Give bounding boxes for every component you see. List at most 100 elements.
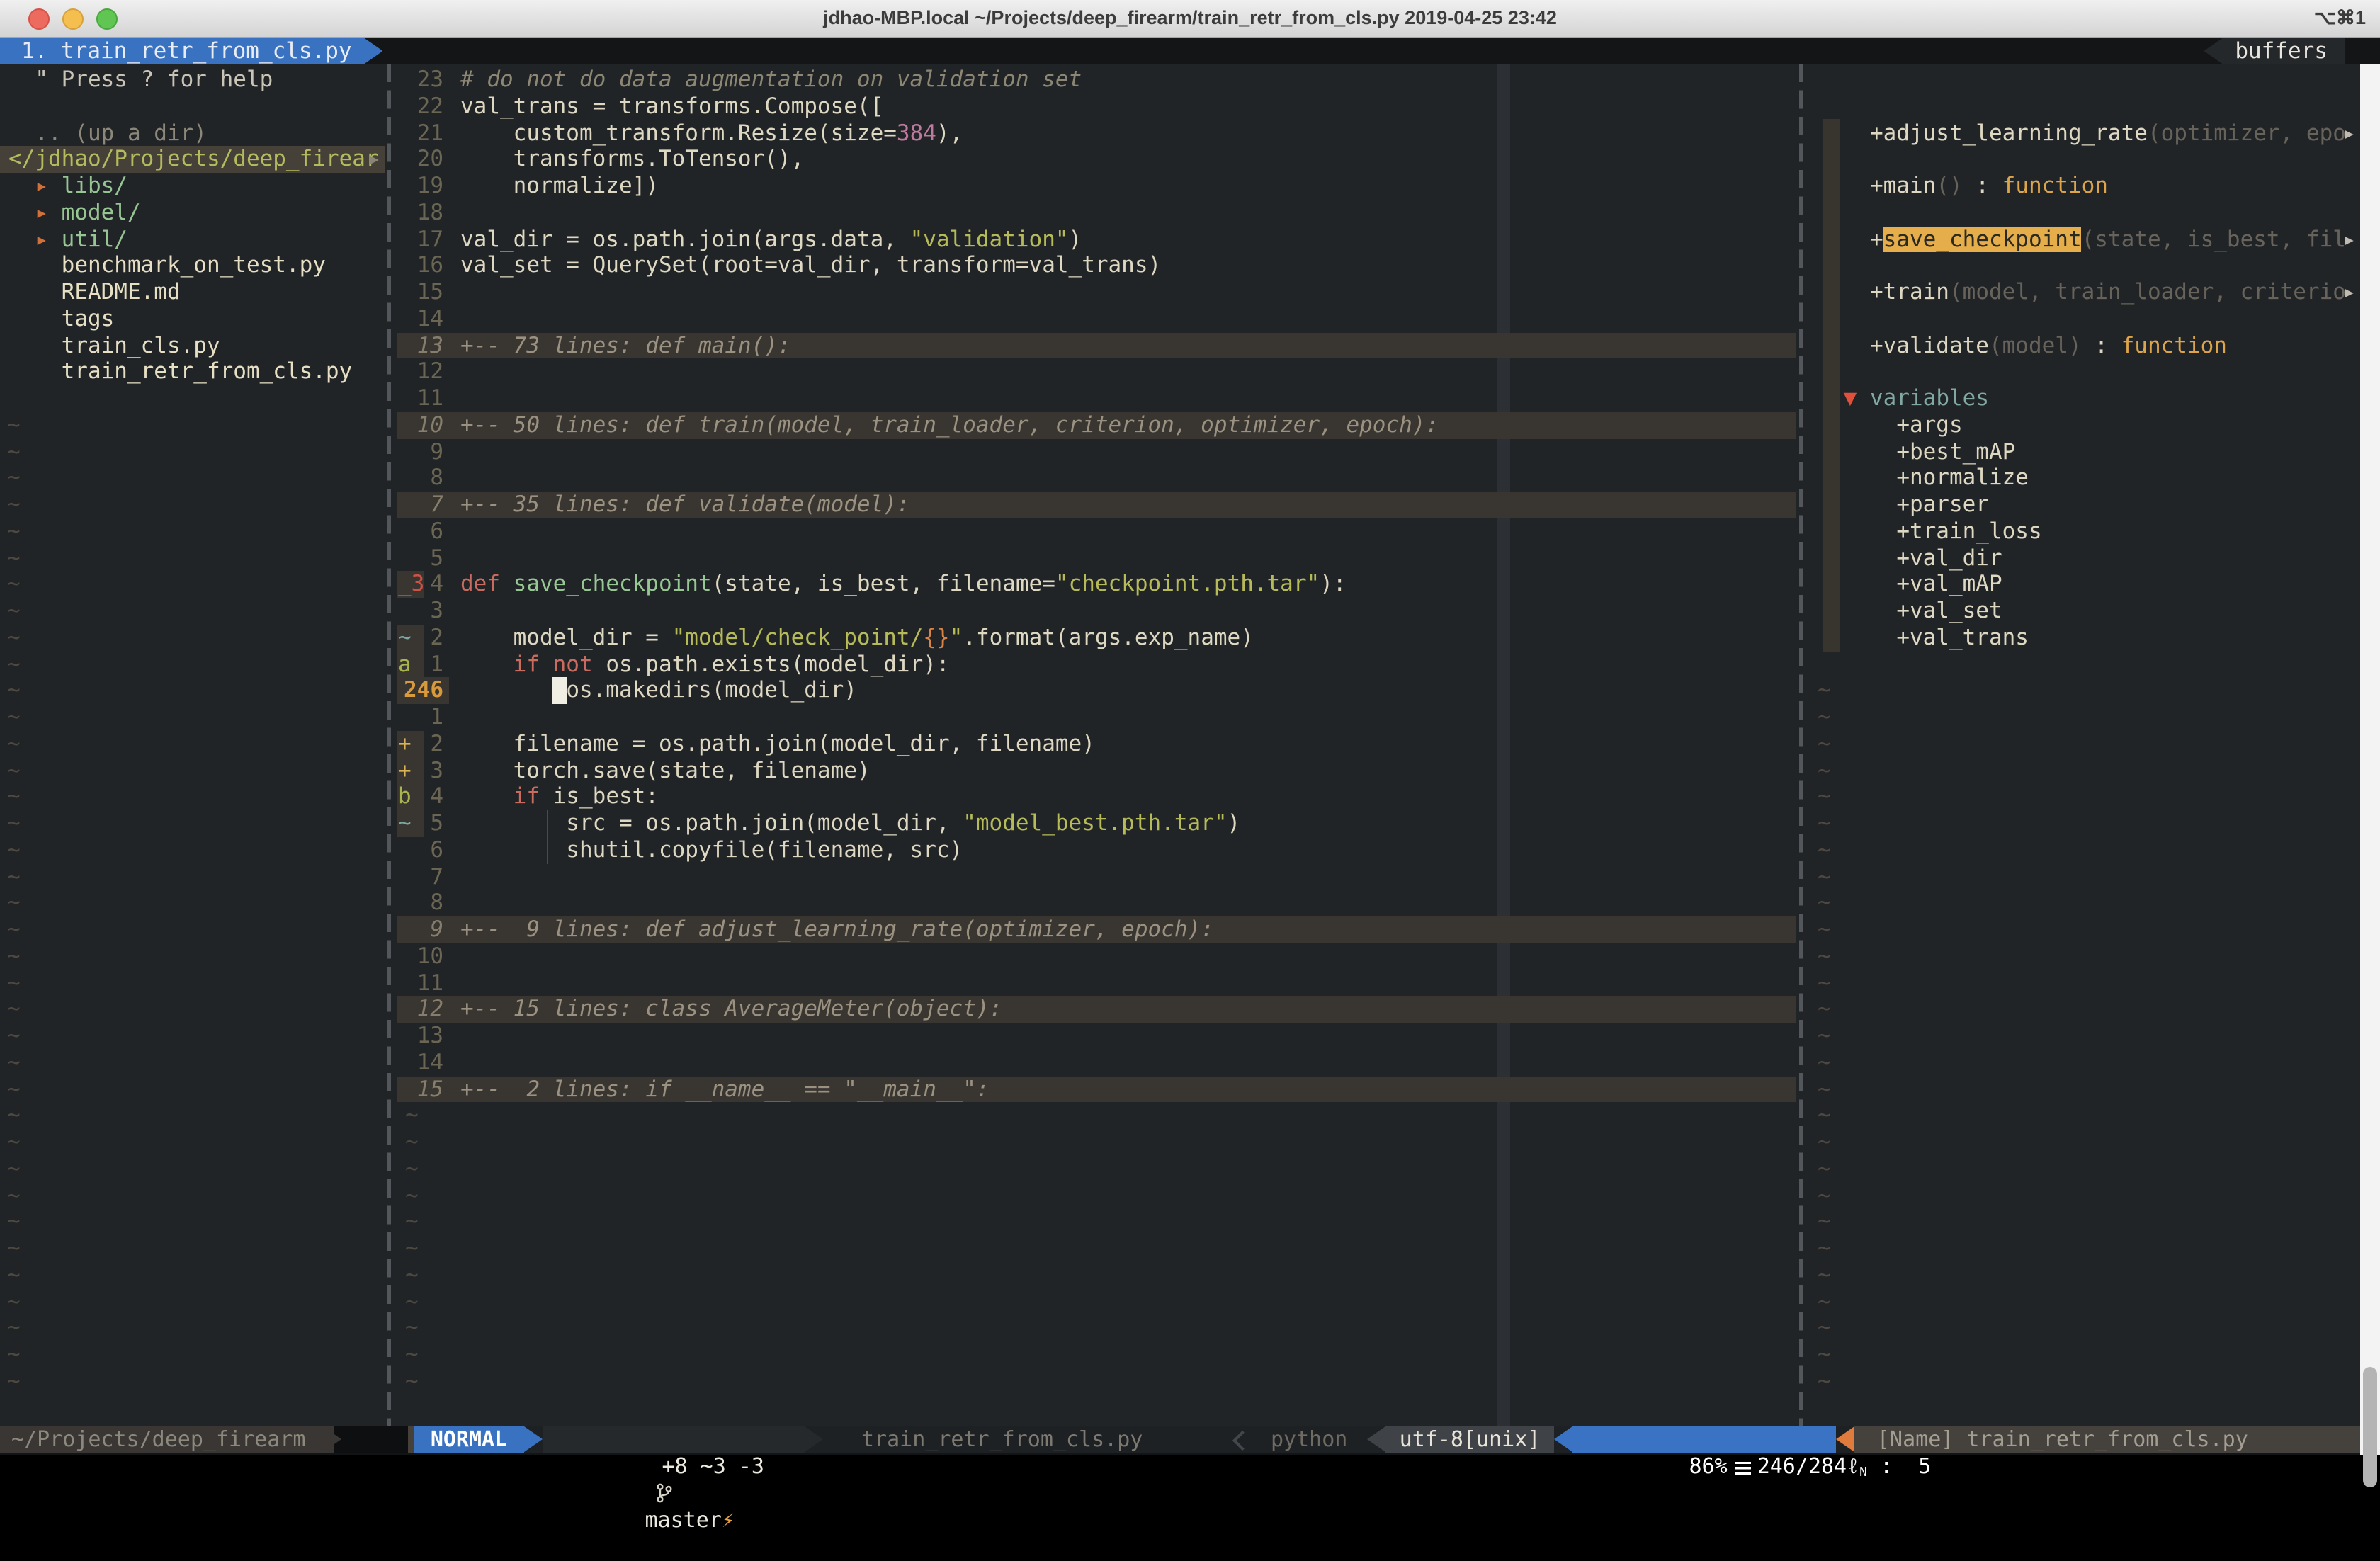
tree-item[interactable]: tags xyxy=(0,306,385,333)
code-line[interactable]: 21 custom_transform.Resize(size=384), xyxy=(397,120,1796,147)
menubar: jdhao-MBP.local ~/Projects/deep_firearm/… xyxy=(0,0,2380,38)
tag-item[interactable]: +args xyxy=(1810,412,2360,439)
tree-item[interactable]: train_retr_from_cls.py xyxy=(0,359,385,386)
code-line[interactable]: 8 xyxy=(397,465,1796,492)
code-line[interactable]: 246 os.makedirs(model_dir) xyxy=(397,678,1796,705)
tree-item[interactable]: .. (up a dir) xyxy=(0,120,385,147)
fold-line[interactable]: 10+-- 50 lines: def train(model, train_l… xyxy=(397,412,1796,439)
code-line[interactable]: a1 if not os.path.exists(model_dir): xyxy=(397,651,1796,678)
tag-item xyxy=(1810,253,2360,280)
empty-line: ~ xyxy=(0,1103,385,1130)
code-line[interactable]: 9 xyxy=(397,438,1796,465)
code-line[interactable]: 6 shutil.copyfile(filename, src) xyxy=(397,837,1796,864)
tag-item[interactable]: +best_mAP xyxy=(1810,438,2360,465)
code-line[interactable]: 8 xyxy=(397,890,1796,917)
tilde: ~ xyxy=(1818,784,1831,811)
line-number: 246 xyxy=(397,678,443,705)
tag-item[interactable]: +val_mAP xyxy=(1810,572,2360,598)
empty-line: ~ xyxy=(0,1235,385,1262)
line-number: 14 xyxy=(397,306,443,333)
window-separator-right[interactable] xyxy=(1799,64,1803,1426)
code-line[interactable]: 15 xyxy=(397,279,1796,306)
tilde: ~ xyxy=(7,863,21,890)
tag-item[interactable]: ▼ variables xyxy=(1810,385,2360,412)
tag-item[interactable]: +val_dir xyxy=(1810,545,2360,572)
tilde: ~ xyxy=(7,1050,21,1077)
code-line[interactable]: 5 xyxy=(397,545,1796,572)
tag-item[interactable]: +validate(model) : function xyxy=(1810,332,2360,359)
tree-item[interactable]: train_cls.py xyxy=(0,332,385,359)
tree-item[interactable]: </jdhao/Projects/deep_firear▸ xyxy=(0,147,385,174)
empty-line: ~ xyxy=(0,943,385,970)
window-separator-left[interactable] xyxy=(387,64,390,1426)
empty-line: ~ xyxy=(0,1129,385,1156)
truncation-icon: ▸ xyxy=(368,147,381,174)
code-line[interactable]: 17val_dir = os.path.join(args.data, "val… xyxy=(397,226,1796,253)
fold-line[interactable]: 9+-- 9 lines: def adjust_learning_rate(o… xyxy=(397,916,1796,943)
tilde: ~ xyxy=(7,572,21,598)
tag-item[interactable]: +save_checkpoint(state, is_best, fil▸ xyxy=(1810,226,2360,253)
code-line[interactable]: 18 xyxy=(397,200,1796,227)
code-line[interactable]: 22val_trans = transforms.Compose([ xyxy=(397,93,1796,120)
code-line[interactable]: 13 xyxy=(397,1023,1796,1050)
code-line[interactable]: ~2 model_dir = "model/check_point/{}".fo… xyxy=(397,625,1796,652)
tag-item[interactable]: +train(model, train_loader, criterio▸ xyxy=(1810,279,2360,306)
tag-item[interactable]: +main() : function xyxy=(1810,173,2360,200)
scrollbar-thumb[interactable] xyxy=(2363,1367,2377,1487)
tab-train-retr-from-cls[interactable]: 1. train_retr_from_cls.py xyxy=(0,38,383,64)
empty-line: ~ xyxy=(1810,810,2360,837)
tag-item[interactable]: +adjust_learning_rate(optimizer, epo▸ xyxy=(1810,120,2360,147)
tilde: ~ xyxy=(7,518,21,545)
tag-item[interactable]: +val_set xyxy=(1810,598,2360,625)
tag-item[interactable]: +val_trans xyxy=(1810,625,2360,652)
tilde: ~ xyxy=(405,1262,419,1289)
code-line[interactable]: 11 xyxy=(397,385,1796,412)
tree-item[interactable]: ▸ model/ xyxy=(0,200,385,227)
truncation-icon: ▸ xyxy=(2342,226,2356,253)
tree-item[interactable]: " Press ? for help xyxy=(0,67,385,93)
powerline-thin-chevron xyxy=(1232,1430,1252,1450)
fold-line[interactable]: 15+-- 2 lines: if __name__ == "__main__"… xyxy=(397,1076,1796,1103)
code-line[interactable]: +2 filename = os.path.join(model_dir, fi… xyxy=(397,731,1796,758)
git-changes: +8 ~3 -3 xyxy=(662,1453,765,1479)
code-line[interactable]: 3 xyxy=(397,598,1796,625)
line-number: 3 xyxy=(397,598,443,625)
tilde: ~ xyxy=(1818,1209,1831,1236)
tree-item[interactable]: ▸ libs/ xyxy=(0,173,385,200)
code-line[interactable]: 23# do not do data augmentation on valid… xyxy=(397,67,1796,93)
empty-line: ~ xyxy=(1810,997,2360,1023)
line-glyph: ℓN xyxy=(1847,1453,1867,1479)
code-line[interactable]: b4 if is_best: xyxy=(397,784,1796,811)
tag-item xyxy=(1810,306,2360,333)
scrollbar[interactable] xyxy=(2360,64,2380,1455)
tag-item[interactable]: +parser xyxy=(1810,492,2360,518)
tag-item[interactable]: +normalize xyxy=(1810,465,2360,492)
tree-item[interactable]: ▸ util/ xyxy=(0,226,385,253)
fold-line[interactable]: 12+-- 15 lines: class AverageMeter(objec… xyxy=(397,997,1796,1023)
empty-line: ~ xyxy=(0,837,385,864)
code-line[interactable]: 16val_set = QuerySet(root=val_dir, trans… xyxy=(397,253,1796,280)
empty-line: ~ xyxy=(1810,1288,2360,1315)
fold-line[interactable]: 7+-- 35 lines: def validate(model): xyxy=(397,492,1796,518)
code-line[interactable]: 14 xyxy=(397,306,1796,333)
tree-item[interactable]: benchmark_on_test.py xyxy=(0,253,385,280)
fold-line[interactable]: 13+-- 73 lines: def main(): xyxy=(397,332,1796,359)
code-line[interactable]: 10 xyxy=(397,943,1796,970)
code-line[interactable]: 1 xyxy=(397,704,1796,731)
tilde: ~ xyxy=(7,412,21,439)
tilde: ~ xyxy=(7,890,21,917)
code-line[interactable]: +3 torch.save(state, filename) xyxy=(397,757,1796,784)
tag-item[interactable]: +train_loss xyxy=(1810,518,2360,545)
empty-line: ~ xyxy=(397,1129,1796,1156)
code-line[interactable]: ~5 src = os.path.join(model_dir, "model_… xyxy=(397,810,1796,837)
code-line[interactable]: 12 xyxy=(397,359,1796,386)
code-line[interactable]: 20 transforms.ToTensor(), xyxy=(397,147,1796,174)
buffers-label[interactable]: buffers xyxy=(2204,38,2345,64)
code-line[interactable]: 14 xyxy=(397,1050,1796,1077)
code-line[interactable]: 7 xyxy=(397,863,1796,890)
tree-item[interactable]: README.md xyxy=(0,279,385,306)
code-line[interactable]: 19 normalize]) xyxy=(397,173,1796,200)
code-line[interactable]: 6 xyxy=(397,518,1796,545)
code-line[interactable]: _34def save_checkpoint(state, is_best, f… xyxy=(397,572,1796,598)
code-line[interactable]: 11 xyxy=(397,970,1796,997)
